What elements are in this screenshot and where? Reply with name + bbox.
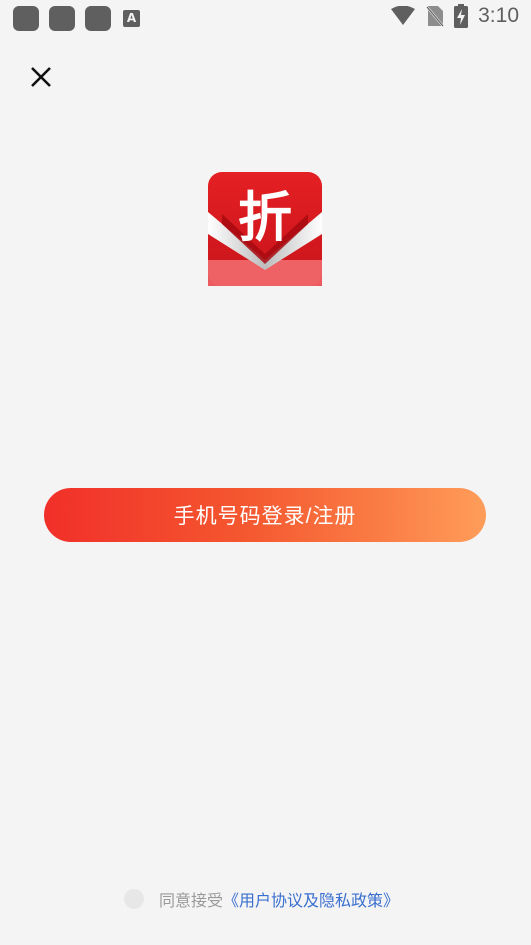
notification-app-icon: [13, 6, 39, 31]
notification-app-icon: [49, 6, 75, 31]
no-sim-icon: [426, 6, 445, 27]
agreement-checkbox[interactable]: [124, 889, 144, 909]
battery-charging-icon: [454, 4, 469, 28]
login-screen: A 3:10 折 手机号码登录/注册 同意接受 《用户协议及隐私政策》: [0, 0, 531, 945]
agreement-row: 同意接受 《用户协议及隐私政策》: [124, 886, 399, 912]
app-logo: 折: [208, 172, 322, 286]
close-icon: [31, 67, 51, 87]
keyboard-icon: A: [123, 10, 140, 27]
phone-login-register-button[interactable]: 手机号码登录/注册: [44, 488, 486, 542]
status-bar-time: 3:10: [478, 4, 519, 27]
status-bar: A 3:10: [0, 0, 531, 36]
user-agreement-privacy-link[interactable]: 《用户协议及隐私政策》: [223, 887, 399, 911]
status-bar-notifications: A: [13, 6, 140, 31]
agreement-prefix: 同意接受: [159, 891, 224, 910]
notification-app-icon: [85, 6, 111, 31]
wifi-icon: [391, 6, 416, 25]
status-bar-system: 3:10: [390, 4, 519, 28]
phone-login-register-label: 手机号码登录/注册: [173, 505, 357, 528]
close-button[interactable]: [28, 64, 54, 90]
logo-glyph: 折: [238, 185, 292, 249]
